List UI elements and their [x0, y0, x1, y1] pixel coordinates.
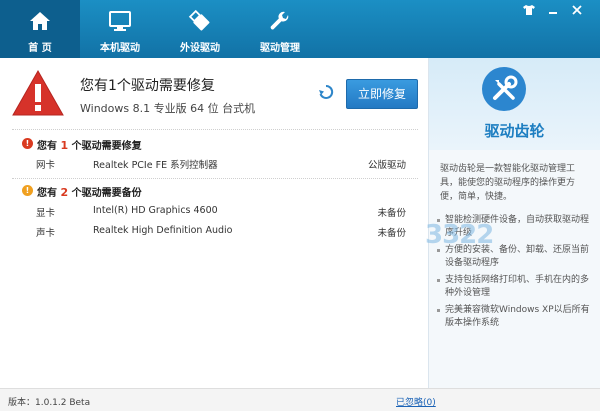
minimize-icon[interactable] — [546, 5, 560, 17]
backup-count: 2 — [60, 186, 69, 199]
nav-tab-peripheral-drivers[interactable]: 外设驱动 — [160, 0, 240, 58]
product-description: 驱动齿轮是一款智能化驱动管理工具，能使您的驱动程序的操作更方便，简单，快捷。 — [440, 164, 576, 202]
driver-row[interactable]: 声卡 Realtek High Definition Audio 未备份 — [0, 223, 428, 241]
main-panel: 您有1个驱动需要修复 Windows 8.1 专业版 64 位 台式机 立即修复… — [0, 58, 428, 388]
section-prefix: 您有 — [37, 141, 57, 152]
nav-tab-label: 外设驱动 — [180, 43, 220, 54]
nav-tab-local-drivers[interactable]: 本机驱动 — [80, 0, 160, 58]
nav-tab-home[interactable]: 首 页 — [0, 0, 80, 58]
usb-icon — [188, 9, 210, 31]
driver-status: 未备份 — [377, 208, 406, 219]
close-icon[interactable] — [570, 5, 584, 17]
driver-device: Intel(R) HD Graphics 4600 — [93, 205, 218, 216]
nav-tab-driver-management[interactable]: 驱动管理 — [240, 0, 320, 58]
skin-icon[interactable] — [522, 5, 536, 17]
repair-count: 1 — [60, 139, 69, 152]
divider — [12, 178, 418, 179]
backup-section-title: 您有 2 个驱动需要备份 — [37, 184, 142, 199]
section-suffix: 个驱动需要备份 — [71, 188, 142, 199]
driver-status: 公版驱动 — [367, 160, 406, 171]
driver-row[interactable]: 网卡 Realtek PCIe FE 系列控制器 公版驱动 — [0, 155, 428, 173]
driver-device: Realtek High Definition Audio — [93, 225, 233, 236]
driver-type: 显卡 — [36, 208, 56, 219]
top-navigation-bar: 首 页 本机驱动 外设驱动 驱动管理 — [0, 0, 600, 58]
product-banner: 驱动齿轮 — [429, 58, 600, 150]
system-info: Windows 8.1 专业版 64 位 台式机 — [80, 102, 256, 115]
nav-tab-label: 驱动管理 — [260, 43, 300, 54]
warning-icon — [12, 70, 64, 116]
section-suffix: 个驱动需要修复 — [71, 141, 142, 152]
ignored-link[interactable]: 已忽略(0) — [396, 395, 436, 408]
tools-logo-icon — [482, 67, 526, 111]
version-label: 版本：1.0.1.2 Beta — [8, 398, 91, 408]
monitor-icon — [109, 11, 131, 31]
driver-device: Realtek PCIe FE 系列控制器 — [93, 160, 218, 171]
status-title: 您有1个驱动需要修复 — [80, 78, 215, 94]
home-icon — [30, 12, 50, 30]
feature-item: 支持包括网络打印机、手机在内的多种外设管理 — [437, 274, 595, 300]
driver-row[interactable]: 显卡 Intel(R) HD Graphics 4600 未备份 — [0, 203, 428, 221]
footer-bar: 版本：1.0.1.2 Beta 已忽略(0) — [0, 388, 600, 411]
backup-dot-icon: ! — [22, 185, 33, 196]
driver-type: 声卡 — [36, 228, 56, 239]
refresh-icon[interactable] — [318, 84, 334, 100]
repair-section-title: 您有 1 个驱动需要修复 — [37, 137, 142, 152]
feature-item: 完美兼容微软Windows XP以后所有版本操作系统 — [437, 304, 595, 330]
section-prefix: 您有 — [37, 188, 57, 199]
nav-tab-label: 首 页 — [28, 43, 52, 54]
driver-type: 网卡 — [36, 160, 56, 171]
product-name: 驱动齿轮 — [484, 122, 545, 140]
nav-tab-label: 本机驱动 — [100, 43, 140, 54]
warning-dot-icon: ! — [22, 138, 33, 149]
driver-status: 未备份 — [377, 228, 406, 239]
fix-now-button[interactable]: 立即修复 — [346, 79, 418, 109]
wrench-icon — [270, 11, 289, 30]
divider — [12, 129, 418, 130]
site-watermark: 3322 — [425, 220, 494, 250]
